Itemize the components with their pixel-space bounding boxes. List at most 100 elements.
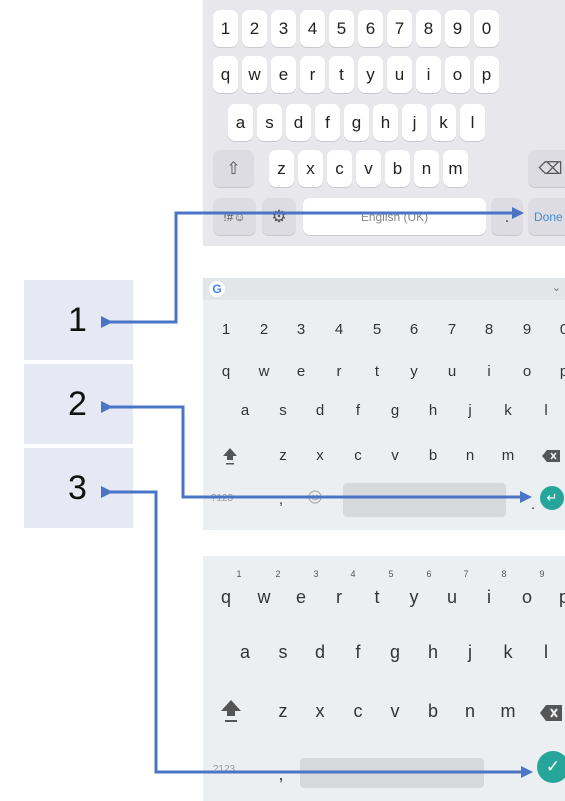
key[interactable]: v [382, 701, 408, 722]
key[interactable]: r [300, 56, 325, 93]
key[interactable]: 9 [445, 10, 470, 47]
key[interactable]: i [416, 56, 441, 93]
key[interactable]: o [515, 363, 539, 380]
key[interactable]: y [358, 56, 383, 93]
key[interactable]: t [365, 363, 389, 380]
space-bar[interactable] [343, 483, 506, 517]
key[interactable]: 7 [387, 10, 412, 47]
key[interactable]: j [457, 642, 483, 663]
key[interactable]: u [440, 363, 464, 380]
key[interactable]: i [477, 363, 501, 380]
key[interactable]: v [383, 447, 407, 464]
key[interactable]: 0 [474, 10, 499, 47]
key[interactable]: c [327, 150, 352, 187]
key[interactable]: z [270, 701, 296, 722]
key[interactable]: 4 [327, 321, 351, 338]
shift-icon[interactable] [219, 698, 243, 724]
key[interactable]: s [271, 402, 295, 419]
key[interactable]: f [346, 402, 370, 419]
key[interactable]: s [270, 642, 296, 663]
symbols-key[interactable]: !#☺ [213, 198, 256, 235]
done-button[interactable]: Done [528, 198, 565, 235]
key[interactable]: m [443, 150, 468, 187]
key[interactable]: e [288, 587, 314, 608]
enter-button[interactable]: ↵ [540, 486, 564, 510]
key[interactable]: y [402, 363, 426, 380]
key[interactable]: j [402, 104, 427, 141]
key[interactable]: r [326, 587, 352, 608]
key[interactable]: b [421, 447, 445, 464]
space-bar[interactable] [300, 758, 484, 788]
settings-icon[interactable]: ⚙ [262, 198, 296, 235]
backspace-icon[interactable]: ⌫ [528, 150, 565, 187]
key[interactable]: 3 [289, 321, 313, 338]
backspace-icon[interactable] [541, 449, 561, 463]
key[interactable]: t [329, 56, 354, 93]
chevron-down-icon[interactable]: ⌄ [552, 281, 561, 294]
key[interactable]: d [307, 642, 333, 663]
key[interactable]: b [420, 701, 446, 722]
key[interactable]: o [514, 587, 540, 608]
key[interactable]: z [271, 447, 295, 464]
key[interactable]: 8 [416, 10, 441, 47]
key[interactable]: f [345, 642, 371, 663]
key[interactable]: u [387, 56, 412, 93]
key[interactable]: n [414, 150, 439, 187]
key[interactable]: 2 [252, 321, 276, 338]
key[interactable]: l [533, 642, 559, 663]
key[interactable]: k [496, 402, 520, 419]
key[interactable]: u [439, 587, 465, 608]
key[interactable]: g [344, 104, 369, 141]
key[interactable]: 6 [358, 10, 383, 47]
key[interactable]: o [445, 56, 470, 93]
comma-key[interactable]: , [269, 764, 293, 785]
key[interactable]: x [307, 701, 333, 722]
key[interactable]: p [552, 363, 565, 380]
key[interactable]: n [458, 447, 482, 464]
google-logo-icon[interactable]: G [209, 281, 225, 297]
key[interactable]: k [431, 104, 456, 141]
key[interactable]: t [364, 587, 390, 608]
shift-icon[interactable]: ⇧ [213, 150, 254, 187]
key[interactable]: w [242, 56, 267, 93]
key[interactable]: q [213, 56, 238, 93]
key[interactable]: f [315, 104, 340, 141]
key[interactable]: q [214, 363, 238, 380]
period-key[interactable]: . [491, 198, 523, 235]
key[interactable]: s [257, 104, 282, 141]
key[interactable]: a [228, 104, 253, 141]
key[interactable]: y [401, 587, 427, 608]
key[interactable]: d [286, 104, 311, 141]
key[interactable]: h [421, 402, 445, 419]
key[interactable]: c [345, 701, 371, 722]
key[interactable]: l [534, 402, 558, 419]
key[interactable]: q [213, 587, 239, 608]
key[interactable]: p [474, 56, 499, 93]
key[interactable]: w [252, 363, 276, 380]
key[interactable]: j [458, 402, 482, 419]
key[interactable]: c [346, 447, 370, 464]
key[interactable]: n [457, 701, 483, 722]
key[interactable]: h [373, 104, 398, 141]
shift-icon[interactable] [221, 446, 239, 466]
space-bar[interactable]: English (UK) [303, 198, 486, 235]
key[interactable]: m [495, 701, 521, 722]
key[interactable]: p [551, 587, 565, 608]
key[interactable]: b [385, 150, 410, 187]
key[interactable]: 2 [242, 10, 267, 47]
key[interactable]: e [271, 56, 296, 93]
key[interactable]: d [308, 402, 332, 419]
key[interactable]: 3 [271, 10, 296, 47]
key[interactable]: l [460, 104, 485, 141]
key[interactable]: 8 [477, 321, 501, 338]
key[interactable]: w [251, 587, 277, 608]
key[interactable]: 7 [440, 321, 464, 338]
key[interactable]: a [233, 402, 257, 419]
key[interactable]: x [298, 150, 323, 187]
key[interactable]: g [382, 642, 408, 663]
key[interactable]: 0 [552, 321, 565, 338]
key[interactable]: 4 [300, 10, 325, 47]
key[interactable]: 6 [402, 321, 426, 338]
key[interactable]: 1 [214, 321, 238, 338]
key[interactable]: r [327, 363, 351, 380]
